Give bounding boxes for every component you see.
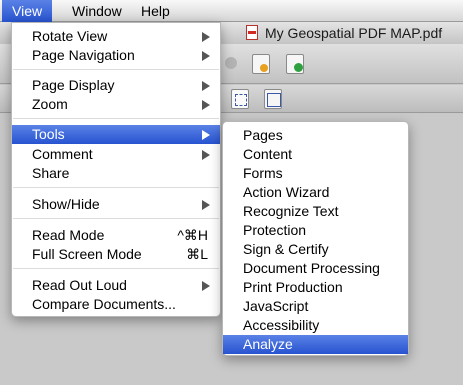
submenu-item-action-wizard[interactable]: Action Wizard <box>223 183 408 202</box>
menubar-help[interactable]: Help <box>131 0 180 22</box>
menu-item-label: Zoom <box>32 96 68 112</box>
close-tab-icon[interactable] <box>225 57 237 69</box>
submenu-item-forms[interactable]: Forms <box>223 164 408 183</box>
submenu-arrow-icon <box>202 81 210 91</box>
menu-separator <box>13 118 219 119</box>
menubar-window[interactable]: Window <box>62 0 132 22</box>
single-page-icon[interactable] <box>231 89 249 109</box>
menu-item-label: Rotate View <box>32 28 108 44</box>
menu-separator <box>13 69 219 70</box>
submenu-item-print-production[interactable]: Print Production <box>223 278 408 297</box>
menu-item-label: Page Display <box>32 77 115 93</box>
submenu-arrow-icon <box>202 100 210 110</box>
submenu-arrow-icon <box>202 130 210 140</box>
submenu-item-document-processing[interactable]: Document Processing <box>223 259 408 278</box>
menubar-view[interactable]: View <box>2 0 53 22</box>
document-title: My Geospatial PDF MAP.pdf <box>265 25 443 41</box>
menu-item-label: Full Screen Mode <box>32 246 142 262</box>
submenu-item-accessibility[interactable]: Accessibility <box>223 316 408 335</box>
submenu-item-analyze[interactable]: Analyze <box>223 335 408 354</box>
submenu-item-sign-certify[interactable]: Sign & Certify <box>223 240 408 259</box>
submenu-arrow-icon <box>202 281 210 291</box>
shortcut-full-screen: ⌘L <box>186 246 208 262</box>
menu-item-label: Share <box>32 165 70 181</box>
menu-item-share[interactable]: Share <box>12 164 220 183</box>
menu-item-zoom[interactable]: Zoom <box>12 95 220 114</box>
submenu-arrow-icon <box>202 150 210 160</box>
submenu-arrow-icon <box>202 51 210 61</box>
tools-submenu: Pages Content Forms Action Wizard Recogn… <box>222 121 409 356</box>
menu-item-label: Compare Documents... <box>32 296 176 312</box>
submenu-item-recognize-text[interactable]: Recognize Text <box>223 202 408 221</box>
submenu-item-protection[interactable]: Protection <box>223 221 408 240</box>
pdf-document-icon <box>246 25 258 40</box>
shortcut-read-mode: ^⌘H <box>177 227 208 243</box>
menu-item-label: Show/Hide <box>32 196 100 212</box>
menu-item-comment[interactable]: Comment <box>12 145 220 164</box>
menu-item-page-navigation[interactable]: Page Navigation <box>12 46 220 65</box>
menu-item-show-hide[interactable]: Show/Hide <box>12 195 220 214</box>
submenu-item-javascript[interactable]: JavaScript <box>223 297 408 316</box>
menu-item-rotate-view[interactable]: Rotate View <box>12 27 220 46</box>
edit-document-icon[interactable] <box>252 54 270 74</box>
menu-item-page-display[interactable]: Page Display <box>12 76 220 95</box>
menu-item-read-out-loud[interactable]: Read Out Loud <box>12 276 220 295</box>
menu-item-label: Tools <box>32 126 65 142</box>
fit-page-icon[interactable] <box>264 89 282 109</box>
menu-item-full-screen-mode[interactable]: Full Screen Mode ⌘L <box>12 245 220 264</box>
menu-item-label: Read Out Loud <box>32 277 127 293</box>
menu-bar: View Window Help <box>0 0 463 22</box>
menu-separator <box>13 268 219 269</box>
menu-item-label: Page Navigation <box>32 47 135 63</box>
menu-separator <box>13 218 219 219</box>
menu-item-read-mode[interactable]: Read Mode ^⌘H <box>12 226 220 245</box>
export-document-icon[interactable] <box>286 54 304 74</box>
submenu-arrow-icon <box>202 200 210 210</box>
submenu-arrow-icon <box>202 32 210 42</box>
view-menu: Rotate View Page Navigation Page Display… <box>11 22 221 317</box>
submenu-item-pages[interactable]: Pages <box>223 126 408 145</box>
menu-separator <box>13 187 219 188</box>
menu-item-compare-documents[interactable]: Compare Documents... <box>12 295 220 314</box>
menu-item-tools[interactable]: Tools <box>12 125 220 144</box>
menu-item-label: Comment <box>32 146 93 162</box>
submenu-item-content[interactable]: Content <box>223 145 408 164</box>
menu-item-label: Read Mode <box>32 227 105 243</box>
